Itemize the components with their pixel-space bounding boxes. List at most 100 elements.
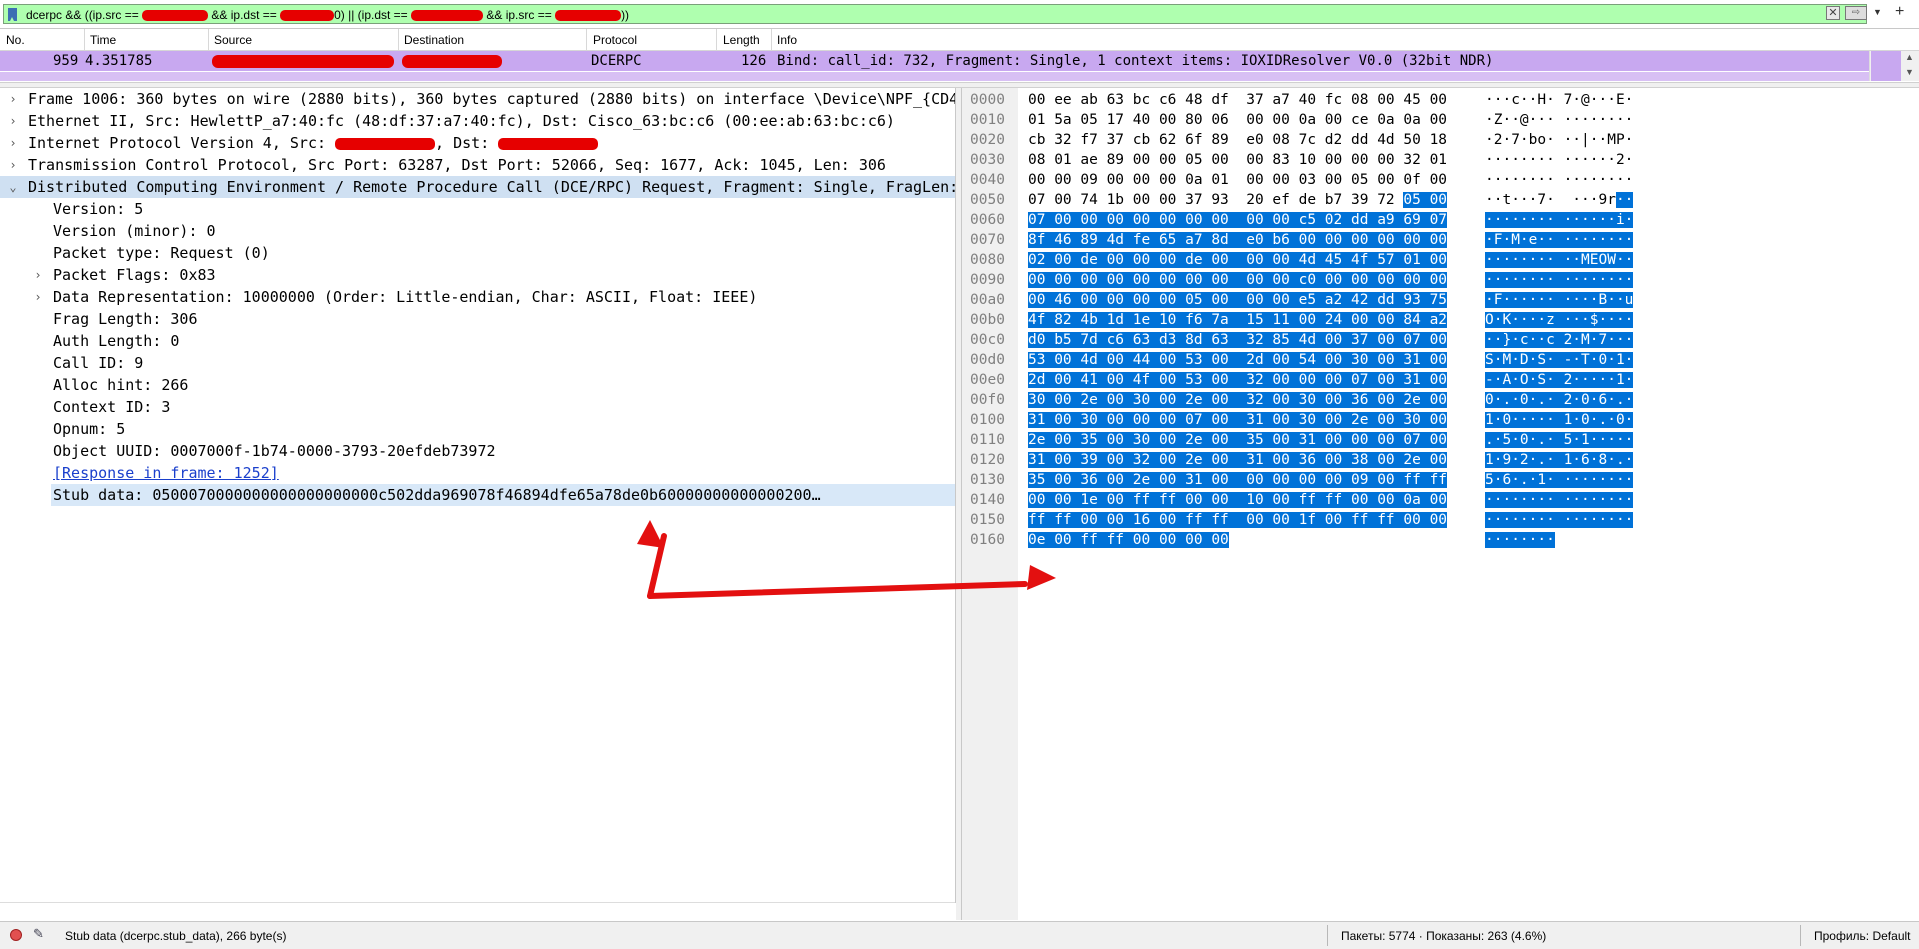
expert-info-icon[interactable] [10,929,22,941]
expand-arrow-icon[interactable]: › [31,264,45,286]
tree-item-ethernet[interactable]: › Ethernet II, Src: HewlettP_a7:40:fc (4… [0,110,955,132]
hex-row[interactable]: 0050 07 00 74 1b 00 00 37 93 20 ef de b7 … [962,190,1919,210]
display-filter-input[interactable]: dcerpc && ((ip.src == && ip.dst == 0) ||… [3,4,1867,24]
hex-row[interactable]: 0070 8f 46 89 4d fe 65 a7 8d e0 b6 00 00 … [962,230,1919,250]
hex-ascii[interactable]: 0·.·0·.· 2·0·6·.· [1485,390,1634,410]
column-header-source[interactable]: Source [214,33,252,47]
hex-row[interactable]: 00b0 4f 82 4b 1d 1e 10 f6 7a 15 11 00 24 … [962,310,1919,330]
hex-ascii[interactable]: ········ ········ [1485,270,1634,290]
expand-arrow-icon[interactable]: › [6,154,20,176]
hex-ascii[interactable]: ·F·M·e·· ········ [1485,230,1634,250]
tree-field[interactable]: Opnum: 5 [0,418,955,440]
hex-bytes[interactable]: 31 00 39 00 32 00 2e 00 31 00 36 00 38 0… [1028,450,1448,470]
expand-arrow-icon[interactable]: › [6,132,20,154]
tree-field-packet-flags[interactable]: › Packet Flags: 0x83 [0,264,955,286]
hex-row[interactable]: 0130 35 00 36 00 2e 00 31 00 00 00 00 00 … [962,470,1919,490]
hex-bytes[interactable]: d0 b5 7d c6 63 d3 8d 63 32 85 4d 00 37 0… [1028,330,1448,350]
scrollbar-thumb[interactable] [1871,51,1901,81]
hex-row[interactable]: 0150 ff ff 00 00 16 00 ff ff 00 00 1f 00 … [962,510,1919,530]
hex-ascii[interactable]: ·2·7·bo· ··|··MP· [1485,130,1633,150]
scroll-down-icon[interactable]: ▼ [1905,67,1914,77]
hex-ascii[interactable]: ········ ······2· [1485,150,1633,170]
hex-bytes[interactable]: 07 00 74 1b 00 00 37 93 20 ef de b7 39 7… [1028,190,1448,210]
hex-row[interactable]: 0110 2e 00 35 00 30 00 2e 00 35 00 31 00 … [962,430,1919,450]
column-separator[interactable] [716,29,717,50]
apply-filter-icon[interactable]: ⇨ [1845,6,1867,20]
hex-ascii[interactable]: .·5·0·.· 5·1····· [1485,430,1634,450]
tree-field[interactable]: Version: 5 [0,198,955,220]
hex-bytes[interactable]: 00 46 00 00 00 00 05 00 00 00 e5 a2 42 d… [1028,290,1448,310]
hex-bytes[interactable]: 2d 00 41 00 4f 00 53 00 32 00 00 00 07 0… [1028,370,1448,390]
column-separator[interactable] [586,29,587,50]
tree-item-ip[interactable]: › Internet Protocol Version 4, Src: , Ds… [0,132,955,154]
hex-bytes[interactable]: 35 00 36 00 2e 00 31 00 00 00 00 00 09 0… [1028,470,1448,490]
clear-filter-icon[interactable]: ✕ [1826,6,1840,20]
hex-row[interactable]: 0080 02 00 de 00 00 00 de 00 00 00 4d 45 … [962,250,1919,270]
hex-row[interactable]: 0120 31 00 39 00 32 00 2e 00 31 00 36 00 … [962,450,1919,470]
hex-row[interactable]: 0040 00 00 09 00 00 00 0a 01 00 00 03 00 … [962,170,1919,190]
tree-field[interactable]: Context ID: 3 [0,396,955,418]
packet-row-selected[interactable]: 959 4.351785 DCERPC 126 Bind: call_id: 7… [0,51,1870,71]
hex-bytes[interactable]: 00 00 1e 00 ff ff 00 00 10 00 ff ff 00 0… [1028,490,1448,510]
bookmark-icon[interactable] [8,8,17,21]
hex-row[interactable]: 0090 00 00 00 00 00 00 00 00 00 00 c0 00 … [962,270,1919,290]
hex-row[interactable]: 0010 01 5a 05 17 40 00 80 06 00 00 0a 00 … [962,110,1919,130]
column-header-protocol[interactable]: Protocol [593,33,637,47]
hex-ascii[interactable]: 5·6·.·1· ········ [1485,470,1634,490]
column-separator[interactable] [208,29,209,50]
hex-ascii[interactable]: 1·9·2·.· 1·6·8·.· [1485,450,1634,470]
tree-field[interactable]: Call ID: 9 [0,352,955,374]
hex-row[interactable]: 0140 00 00 1e 00 ff ff 00 00 10 00 ff ff … [962,490,1919,510]
hex-bytes[interactable]: 00 ee ab 63 bc c6 48 df 37 a7 40 fc 08 0… [1028,90,1447,110]
tree-field[interactable]: Frag Length: 306 [0,308,955,330]
hex-ascii[interactable]: ········ [1485,530,1555,550]
tree-field[interactable]: Version (minor): 0 [0,220,955,242]
hex-bytes[interactable]: 0e 00 ff ff 00 00 00 00 [1028,530,1229,550]
hex-ascii[interactable]: ··}·c··c 2·M·7··· [1485,330,1634,350]
hex-row[interactable]: 00d0 53 00 4d 00 44 00 53 00 2d 00 54 00 … [962,350,1919,370]
column-separator[interactable] [398,29,399,50]
hex-ascii[interactable]: ···c··H· 7·@···E· [1485,90,1633,110]
hex-ascii[interactable]: S·M·D·S· -·T·0·1· [1485,350,1634,370]
hex-bytes[interactable]: 07 00 00 00 00 00 00 00 00 00 c5 02 dd a… [1028,210,1448,230]
hex-ascii[interactable]: ········ ······i· [1485,210,1634,230]
expand-arrow-icon[interactable]: › [31,286,45,308]
tree-item-dcerpc[interactable]: ⌄ Distributed Computing Environment / Re… [0,176,955,198]
hex-bytes[interactable]: ff ff 00 00 16 00 ff ff 00 00 1f 00 ff f… [1028,510,1448,530]
column-separator[interactable] [771,29,772,50]
capture-comment-icon[interactable]: ✎ [33,926,44,942]
hex-bytes[interactable]: cb 32 f7 37 cb 62 6f 89 e0 08 7c d2 dd 4… [1028,130,1447,150]
filter-history-dropdown-icon[interactable]: ▼ [1873,7,1882,17]
hex-ascii[interactable]: ·F······ ····B··u [1485,290,1634,310]
column-header-no[interactable]: No. [6,33,25,47]
hex-ascii[interactable]: ········ ········ [1485,490,1634,510]
collapse-arrow-icon[interactable]: ⌄ [6,176,20,198]
hex-row[interactable]: 0000 00 ee ab 63 bc c6 48 df 37 a7 40 fc … [962,90,1919,110]
status-profile[interactable]: Профиль: Default [1814,929,1911,943]
hex-bytes[interactable]: 53 00 4d 00 44 00 53 00 2d 00 54 00 30 0… [1028,350,1448,370]
hex-row[interactable]: 00f0 30 00 2e 00 30 00 2e 00 32 00 30 00 … [962,390,1919,410]
hex-bytes[interactable]: 8f 46 89 4d fe 65 a7 8d e0 b6 00 00 00 0… [1028,230,1448,250]
hex-bytes[interactable]: 2e 00 35 00 30 00 2e 00 35 00 31 00 00 0… [1028,430,1448,450]
add-filter-button-icon[interactable]: + [1895,3,1904,21]
tree-field[interactable]: Auth Length: 0 [0,330,955,352]
hex-bytes[interactable]: 01 5a 05 17 40 00 80 06 00 00 0a 00 ce 0… [1028,110,1447,130]
tree-field-response-link[interactable]: [Response in frame: 1252] [0,462,955,484]
hex-ascii[interactable]: ········ ········ [1485,170,1633,190]
column-header-length[interactable]: Length [723,33,760,47]
expand-arrow-icon[interactable]: › [6,88,20,110]
column-header-destination[interactable]: Destination [404,33,464,47]
hex-row[interactable]: 00e0 2d 00 41 00 4f 00 53 00 32 00 00 00 … [962,370,1919,390]
tree-field[interactable]: Object UUID: 0007000f-1b74-0000-3793-20e… [0,440,955,462]
tree-field[interactable]: Packet type: Request (0) [0,242,955,264]
hex-bytes[interactable]: 00 00 00 00 00 00 00 00 00 00 c0 00 00 0… [1028,270,1448,290]
tree-item-frame[interactable]: › Frame 1006: 360 bytes on wire (2880 bi… [0,88,955,110]
hex-bytes[interactable]: 00 00 09 00 00 00 0a 01 00 00 03 00 05 0… [1028,170,1447,190]
hex-ascii[interactable]: ········ ··MEOW·· [1485,250,1634,270]
column-header-time[interactable]: Time [90,33,116,47]
hex-ascii[interactable]: 1·0····· 1·0·.·0· [1485,410,1634,430]
hex-ascii[interactable]: -·A·O·S· 2·····1· [1485,370,1634,390]
tree-item-tcp[interactable]: › Transmission Control Protocol, Src Por… [0,154,955,176]
tree-field[interactable]: Alloc hint: 266 [0,374,955,396]
tree-field-stub-data[interactable]: Stub data: 0500070000000000000000000c502… [51,484,955,506]
